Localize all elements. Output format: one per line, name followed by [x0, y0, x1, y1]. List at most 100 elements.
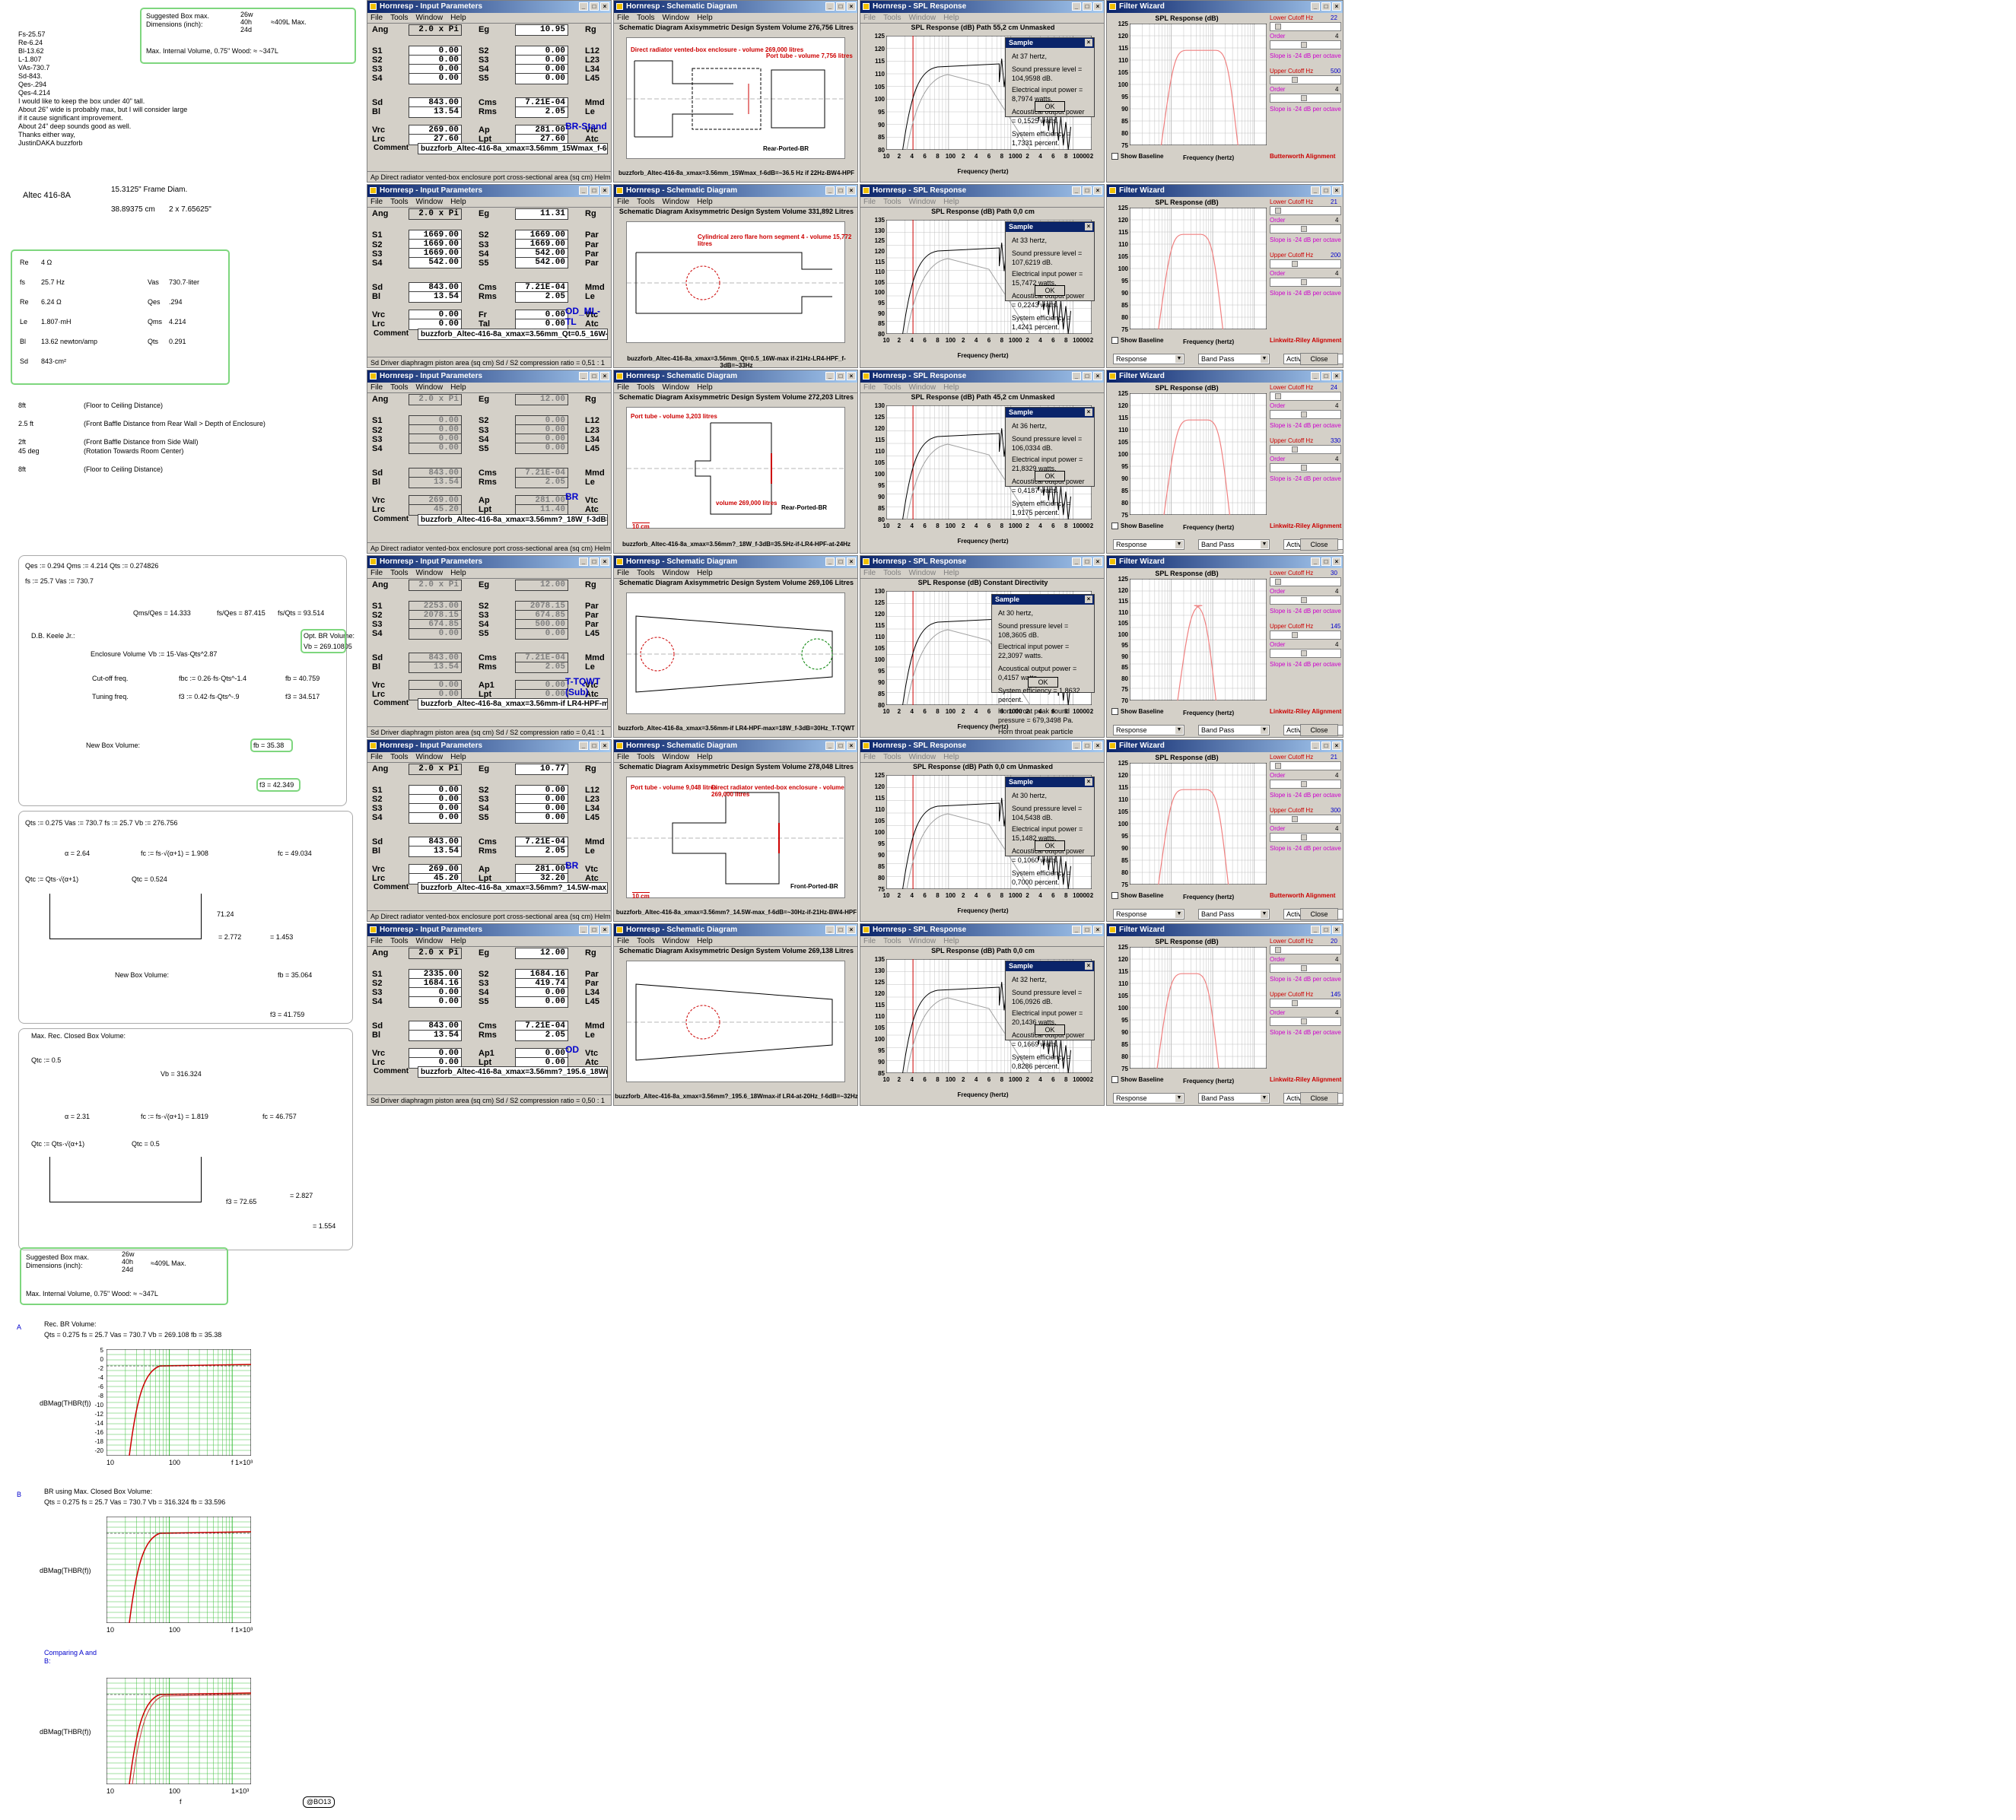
menu-window[interactable]: Window — [908, 753, 936, 761]
param-value-field[interactable]: 13.54 — [409, 476, 462, 488]
menu-window[interactable]: Window — [415, 937, 443, 945]
close-button[interactable]: × — [1085, 778, 1092, 786]
menu-window[interactable]: Window — [908, 569, 936, 577]
order-slider[interactable] — [1270, 224, 1341, 233]
slider-thumb[interactable] — [1275, 393, 1281, 399]
menu-file[interactable]: File — [863, 753, 876, 761]
menu-window[interactable]: Window — [908, 383, 936, 392]
band-pass-dropdown[interactable]: Band Pass — [1198, 1093, 1270, 1104]
ok-button[interactable]: OK — [1035, 471, 1065, 481]
close-button[interactable]: × — [1085, 596, 1092, 603]
param-value-field[interactable]: 2.0 x Pi — [409, 393, 462, 405]
upper-cutoff-slider[interactable] — [1270, 815, 1341, 824]
close-dialog-button[interactable]: Close — [1300, 538, 1338, 551]
slider-thumb[interactable] — [1292, 261, 1298, 267]
menu-help[interactable]: Help — [697, 937, 713, 945]
param-value-field[interactable]: 2.05 — [515, 661, 568, 673]
menu-tools[interactable]: Tools — [390, 198, 408, 206]
comment-field[interactable]: buzzforb_Altec-416-8a_xmax=3.56mm_15Wmax… — [418, 143, 608, 154]
close-button[interactable]: × — [1085, 39, 1092, 46]
menu-window[interactable]: Window — [415, 753, 443, 761]
minimize-button[interactable]: _ — [1311, 926, 1320, 934]
close-button[interactable]: × — [1085, 223, 1092, 230]
slider-thumb[interactable] — [1301, 279, 1307, 285]
menu-file[interactable]: File — [617, 14, 629, 22]
menu-tools[interactable]: Tools — [637, 937, 654, 945]
slider-thumb[interactable] — [1301, 834, 1307, 840]
menu-tools[interactable]: Tools — [637, 198, 654, 206]
upper-cutoff-slider[interactable] — [1270, 999, 1341, 1008]
menu-help[interactable]: Help — [450, 14, 466, 22]
param-value-field[interactable]: 0.00 — [409, 627, 462, 640]
minimize-button[interactable]: _ — [825, 557, 835, 566]
minimize-button[interactable]: _ — [1072, 372, 1081, 380]
upper-cutoff-slider[interactable] — [1270, 445, 1341, 454]
menu-file[interactable]: File — [370, 753, 383, 761]
maximize-button[interactable]: □ — [1321, 557, 1331, 566]
order-slider[interactable] — [1270, 780, 1341, 789]
close-dialog-button[interactable]: Close — [1300, 1092, 1338, 1104]
param-value-field[interactable]: 2.0 x Pi — [409, 763, 462, 775]
menu-help[interactable]: Help — [943, 569, 959, 577]
comment-field[interactable]: buzzforb_Altec-416-8a_xmax=3.56mm?_18W_f… — [418, 513, 608, 526]
menu-help[interactable]: Help — [697, 569, 713, 577]
close-button[interactable]: × — [847, 926, 856, 934]
maximize-button[interactable]: □ — [1083, 742, 1092, 750]
maximize-button[interactable]: □ — [590, 2, 599, 11]
menu-window[interactable]: Window — [415, 383, 443, 392]
menu-file[interactable]: File — [863, 383, 876, 392]
param-value-field[interactable]: 2.0 x Pi — [409, 579, 462, 591]
param-value-field[interactable]: 13.54 — [409, 661, 462, 673]
maximize-button[interactable]: □ — [590, 742, 599, 750]
param-value-field[interactable]: 10.95 — [515, 24, 568, 36]
param-value-field[interactable]: 2.0 x Pi — [409, 947, 462, 959]
ok-button[interactable]: OK — [1035, 1024, 1065, 1035]
upper-cutoff-slider[interactable] — [1270, 75, 1341, 84]
close-button[interactable]: × — [1332, 926, 1341, 934]
menu-file[interactable]: File — [863, 569, 876, 577]
maximize-button[interactable]: □ — [1083, 186, 1092, 195]
close-dialog-button[interactable]: Close — [1300, 353, 1338, 365]
menu-help[interactable]: Help — [943, 383, 959, 392]
menu-file[interactable]: File — [370, 198, 383, 206]
response-dropdown[interactable]: Response — [1113, 539, 1184, 550]
comment-field[interactable]: buzzforb_Altec-416-8a_xmax=3.56mm?_195.6… — [418, 1066, 608, 1078]
slider-thumb[interactable] — [1301, 42, 1307, 48]
show-baseline-checkbox[interactable] — [1111, 1076, 1118, 1083]
upper-cutoff-slider[interactable] — [1270, 259, 1341, 268]
close-button[interactable]: × — [847, 2, 856, 11]
maximize-button[interactable]: □ — [1083, 372, 1092, 380]
param-value-field[interactable]: 0.00 — [409, 72, 462, 84]
lower-cutoff-slider[interactable] — [1270, 945, 1341, 954]
minimize-button[interactable]: _ — [1311, 372, 1320, 380]
param-value-field[interactable]: 0.00 — [515, 443, 568, 455]
maximize-button[interactable]: □ — [1083, 926, 1092, 934]
close-button[interactable]: × — [1093, 372, 1102, 380]
close-button[interactable]: × — [1093, 557, 1102, 566]
menu-file[interactable]: File — [370, 937, 383, 945]
menu-tools[interactable]: Tools — [883, 198, 901, 206]
menu-file[interactable]: File — [863, 937, 876, 945]
lower-cutoff-slider[interactable] — [1270, 22, 1341, 31]
slider-thumb[interactable] — [1292, 632, 1298, 638]
param-value-field[interactable]: 13.54 — [409, 845, 462, 857]
param-value-field[interactable]: 0.00 — [409, 812, 462, 824]
menu-tools[interactable]: Tools — [637, 383, 654, 392]
comment-field[interactable]: buzzforb_Altec-416-8a_xmax=3.56mm_Qt=0.5… — [418, 328, 608, 340]
order-slider[interactable] — [1270, 596, 1341, 605]
menu-tools[interactable]: Tools — [637, 14, 654, 22]
slider-thumb[interactable] — [1292, 446, 1298, 453]
menu-help[interactable]: Help — [697, 753, 713, 761]
menu-file[interactable]: File — [617, 569, 629, 577]
close-button[interactable]: × — [1332, 557, 1341, 566]
slider-thumb[interactable] — [1301, 95, 1307, 101]
maximize-button[interactable]: □ — [590, 186, 599, 195]
minimize-button[interactable]: _ — [579, 926, 588, 934]
menu-help[interactable]: Help — [450, 937, 466, 945]
ok-button[interactable]: OK — [1035, 285, 1065, 296]
menu-tools[interactable]: Tools — [883, 937, 901, 945]
response-dropdown[interactable]: Response — [1113, 1093, 1184, 1104]
close-button[interactable]: × — [1093, 742, 1102, 750]
menu-window[interactable]: Window — [662, 383, 689, 392]
maximize-button[interactable]: □ — [836, 742, 845, 750]
